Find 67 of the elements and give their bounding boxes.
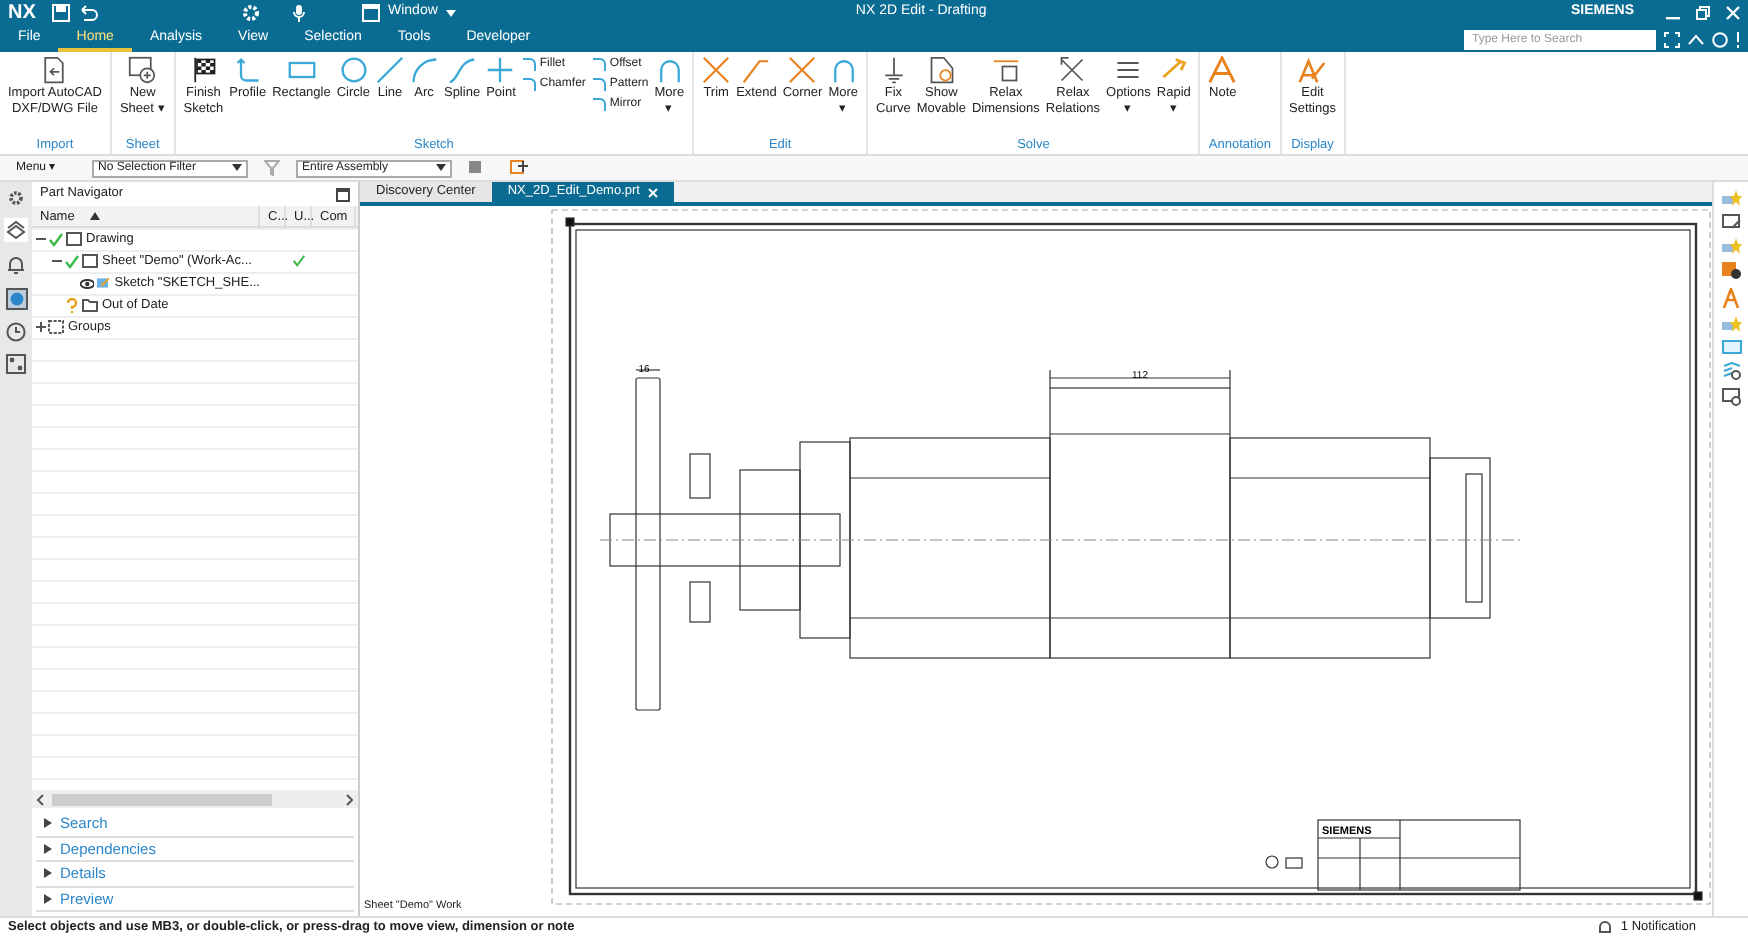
help-icon[interactable] [1712,32,1728,48]
profile-icon [233,56,262,84]
maximize-icon[interactable] [336,187,350,201]
clock-icon[interactable] [6,322,26,342]
shaft-assembly-drawing[interactable] [599,369,1521,711]
dropdown-caret-icon [436,164,446,172]
fullscreen-icon[interactable] [1664,32,1680,48]
expand-arrow-icon [44,818,52,829]
close-icon[interactable] [1726,6,1740,20]
extend-icon [742,56,771,84]
sketch-icon [95,276,111,290]
text-icon[interactable] [1722,288,1740,308]
view-settings-icon[interactable] [1721,388,1741,406]
microphone-icon[interactable] [292,4,306,22]
arc-icon [409,56,438,84]
letter-icon [1208,56,1237,84]
star-icon[interactable] [1721,190,1741,206]
rectangle-icon [287,56,316,84]
circle-icon [339,56,368,84]
expand-arrow-icon [44,893,52,904]
app-logo: NX [8,0,38,28]
selection-icon[interactable] [468,160,486,176]
layers-icon[interactable] [1721,362,1741,380]
cross-icon [788,56,817,84]
scroll-left-icon[interactable] [36,793,44,805]
sort-arrow-icon [90,212,101,220]
expand-icon[interactable] [36,322,46,332]
ground-icon [879,56,908,84]
cross-icon [702,56,731,84]
restore-icon[interactable] [1696,6,1710,20]
expand-arrow-icon [44,868,52,879]
square-move-icon[interactable] [1721,262,1741,280]
edit-text-icon [1298,56,1327,84]
globe-icon[interactable] [5,288,27,310]
collapse-ribbon-icon[interactable] [1688,34,1704,46]
lightning-icon [1159,56,1188,84]
scroll-right-icon[interactable] [346,793,354,805]
snap-icon[interactable] [510,160,528,176]
cross-icon [486,56,515,84]
line-icon [375,56,404,84]
settings-icon[interactable] [8,190,24,206]
collapse-icon[interactable] [36,234,46,244]
collapse-icon[interactable] [52,256,62,266]
folder-icon [82,298,98,312]
arch-icon [829,56,858,84]
list-icon [1114,56,1143,84]
spline-icon [448,56,477,84]
scrollbar-thumb[interactable] [52,793,272,805]
close-icon[interactable] [647,187,658,197]
arch-icon [655,56,684,84]
dropdown-caret-icon[interactable] [445,9,456,17]
dropdown-caret-icon [232,164,242,172]
projection-symbol-icon [1265,855,1303,869]
network-icon[interactable] [6,354,26,374]
star-icon[interactable] [1721,316,1741,332]
gear-icon[interactable] [242,4,260,22]
undo-icon[interactable] [78,4,98,22]
save-icon[interactable] [52,4,70,22]
bell-icon[interactable] [6,254,26,276]
group-icon [48,320,64,334]
expand-arrow-icon [44,843,52,854]
star-icon[interactable] [1721,238,1741,254]
windows-icon[interactable] [362,4,380,22]
parts-icon[interactable] [4,218,28,242]
view-edit-icon[interactable] [1721,214,1741,230]
bell-icon[interactable] [1598,920,1613,936]
relax-icon [1058,56,1087,84]
